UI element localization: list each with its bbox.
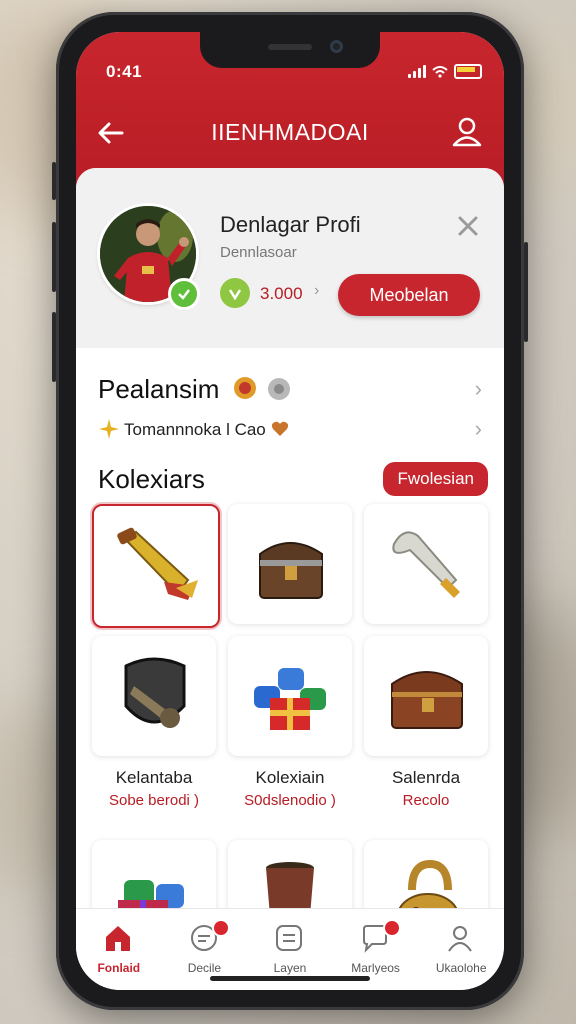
promotions-title: Pealansim <box>98 374 220 404</box>
promotions-subtitle[interactable]: Tomannnoka l Cao <box>124 420 289 440</box>
profile-subtitle: Dennlasoar <box>220 244 297 261</box>
notch <box>200 32 380 68</box>
collection-item-silver-torch[interactable] <box>364 504 488 624</box>
speaker <box>268 44 312 50</box>
collection-item-shield-horn[interactable] <box>92 636 216 756</box>
coin-icon <box>220 278 250 308</box>
item-subtitle: S0dslenodio ) <box>244 792 336 809</box>
nav-label: Fonlaid <box>97 961 141 975</box>
silver-trophy-torch-icon <box>392 531 460 598</box>
notification-badge <box>211 919 230 937</box>
profile-name: Denlagar Profi <box>220 212 361 237</box>
item-name: Kelantaba <box>115 768 193 787</box>
collection-item-treasure-chest[interactable] <box>228 504 352 624</box>
wifi-icon <box>432 65 448 78</box>
mute-switch <box>52 162 56 200</box>
list-icon <box>276 925 303 951</box>
nav-label: Layen <box>273 961 307 975</box>
collection-item-gift-bundle[interactable] <box>228 636 352 756</box>
battery-icon <box>454 64 482 79</box>
verified-badge-icon <box>168 278 200 310</box>
redeem-button[interactable]: Meobelan <box>338 274 480 316</box>
home-indicator[interactable] <box>210 976 370 981</box>
item-name: Salenrda <box>391 768 461 787</box>
coin-balance: 3.000 <box>260 284 303 303</box>
front-camera <box>330 40 343 53</box>
volume-down-button <box>52 312 56 382</box>
close-icon[interactable] <box>456 214 480 238</box>
shield-horn-icon <box>124 657 186 728</box>
screen: 0:41 IIENHMADOAI Denlagar Profi Dennlaso… <box>76 32 504 990</box>
promotions-subtitle-text: Tomannnoka l Cao <box>124 420 266 439</box>
nav-label: Ukaolohe <box>435 961 487 975</box>
nav-home[interactable]: Fonlaid <box>76 909 162 990</box>
item-subtitle: Recolo <box>402 792 450 809</box>
profile-icon <box>448 926 473 952</box>
item-name: Kolexiain <box>255 768 325 787</box>
nav-label: Marlyeos <box>351 961 400 975</box>
silver-badge-icon <box>267 378 290 400</box>
gift-bundle-icon <box>254 668 326 730</box>
golden-horn-icon <box>117 527 198 600</box>
item-subtitle: Sobe berodi ) <box>108 792 200 809</box>
collection-title: Kolexiars <box>98 464 205 494</box>
brown-chest-icon <box>391 671 463 729</box>
home-icon <box>106 926 130 951</box>
main-content: Denlagar Profi Dennlasoar 3.000 › Meobel… <box>76 168 504 928</box>
power-button <box>524 242 528 342</box>
coin-chevron-icon[interactable]: › <box>314 282 319 300</box>
collection-item-golden-horn[interactable] <box>92 504 220 628</box>
promo-row-chevron-icon[interactable]: › <box>475 416 482 442</box>
medal-icon <box>233 377 256 399</box>
sparkle-icon <box>99 419 119 439</box>
header-title-row: IIENHMADOAI <box>76 110 504 154</box>
user-icon[interactable] <box>450 114 484 148</box>
treasure-chest-icon <box>259 542 323 599</box>
page-title: IIENHMADOAI <box>211 118 369 145</box>
phone-frame: 0:41 IIENHMADOAI Denlagar Profi Dennlaso… <box>52 12 528 1010</box>
volume-up-button <box>52 222 56 292</box>
heart-icon <box>271 421 288 436</box>
collection-item-brown-chest[interactable] <box>364 636 488 756</box>
profile-card: Denlagar Profi Dennlasoar 3.000 › Meobel… <box>76 168 504 348</box>
collection-filter-button[interactable]: Fwolesian <box>383 462 488 496</box>
status-time: 0:41 <box>106 62 143 81</box>
nav-ukaolohe[interactable]: Ukaolohe <box>418 909 504 990</box>
nav-label: Decile <box>187 961 222 975</box>
signal-icon <box>408 65 426 78</box>
promotions-row[interactable]: Pealansim <box>98 374 292 405</box>
notification-badge <box>382 919 401 937</box>
status-icons <box>408 64 482 79</box>
promotions-chevron-icon[interactable]: › <box>475 376 482 402</box>
